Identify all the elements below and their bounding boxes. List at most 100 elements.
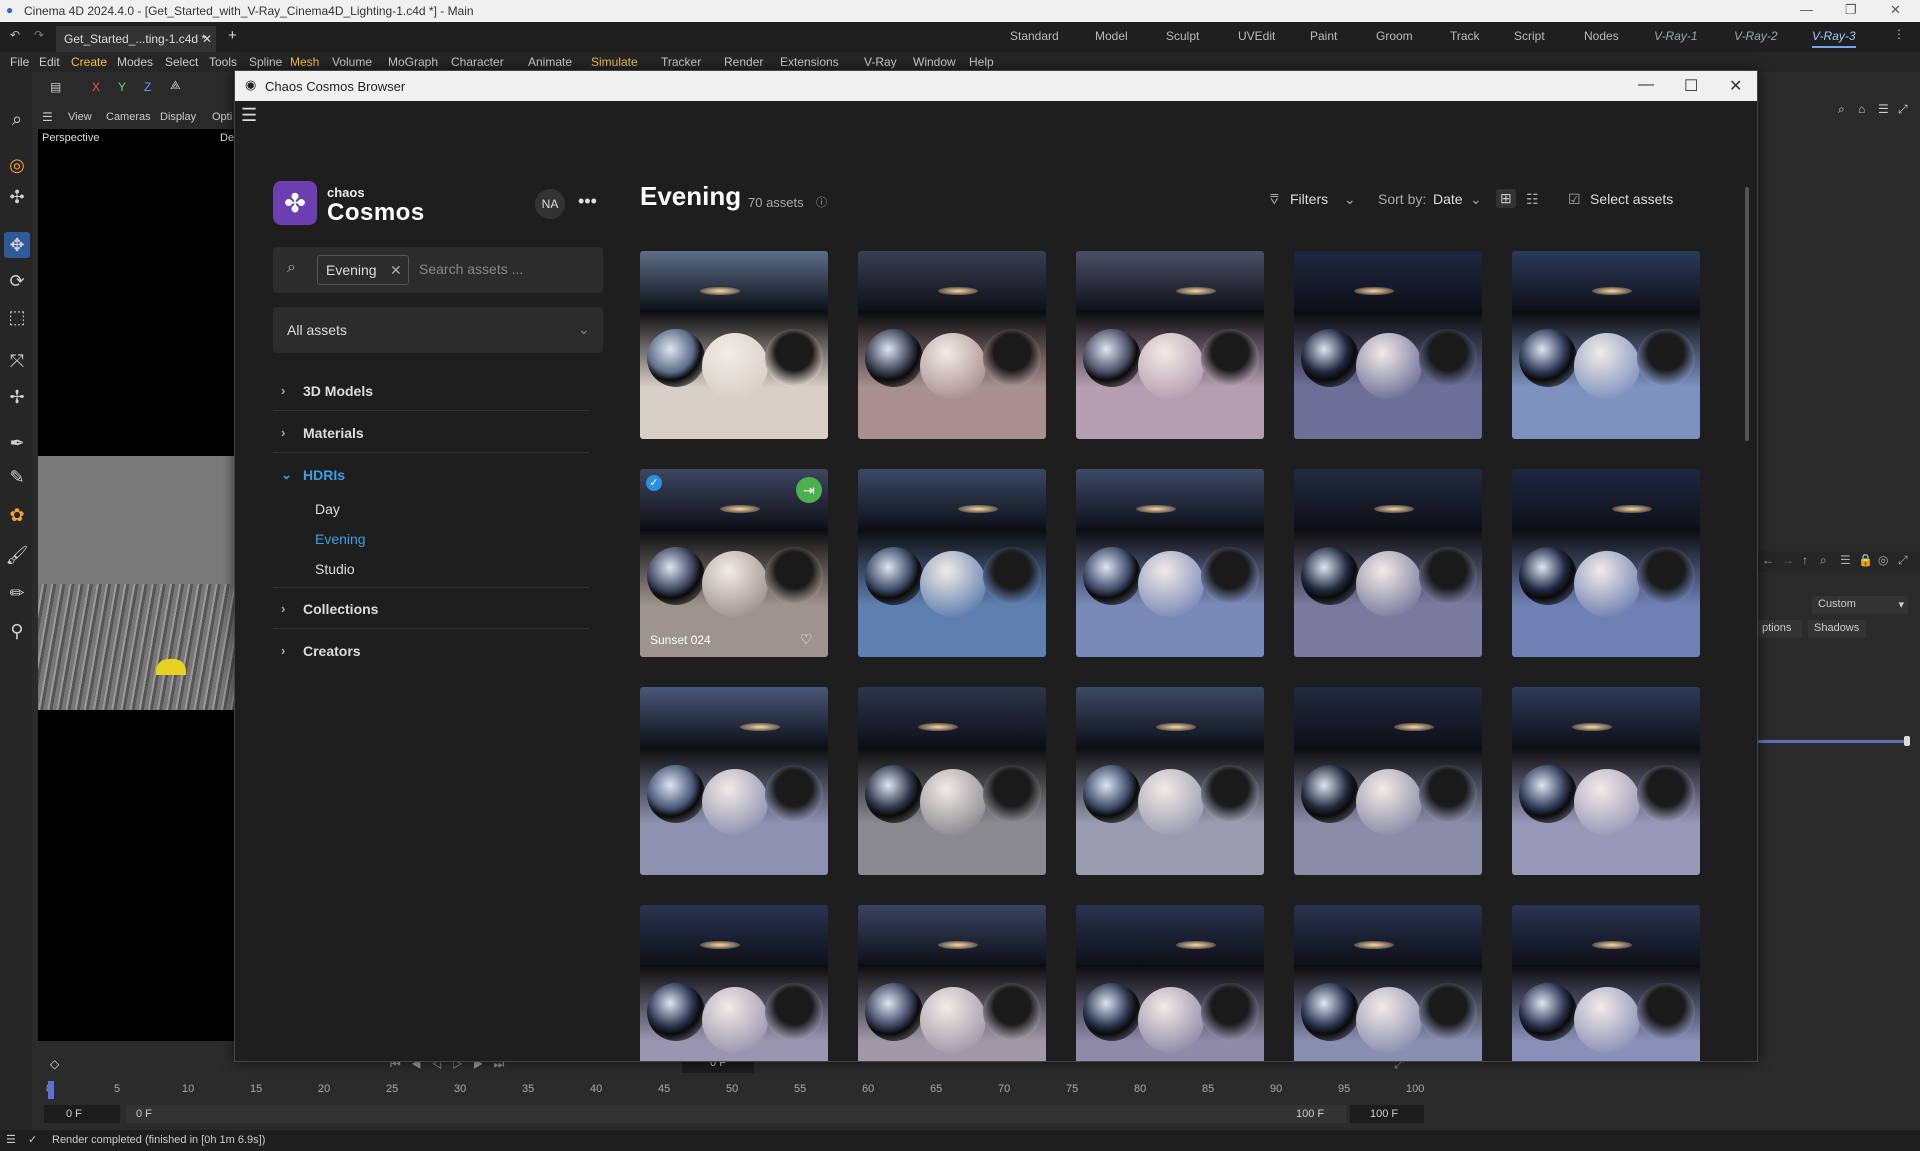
tweak-icon[interactable]: ✣ xyxy=(4,184,30,210)
hdri-tile[interactable] xyxy=(640,905,828,1061)
search-icon[interactable]: ⌕ xyxy=(4,106,30,132)
category-hdris[interactable]: ⌄ HDRIs xyxy=(273,455,589,495)
hdri-tile[interactable] xyxy=(1512,905,1700,1061)
light-gizmo[interactable] xyxy=(156,659,186,675)
subcategory-day[interactable]: Day xyxy=(315,501,340,517)
menu-volume[interactable]: Volume xyxy=(332,55,372,69)
menu-create[interactable]: Create xyxy=(71,55,107,69)
document-tab[interactable]: Get_Started_...ting-1.c4d * ✕ xyxy=(56,26,216,52)
close-icon[interactable]: ✕ xyxy=(1890,2,1901,18)
hdri-tile[interactable] xyxy=(1076,469,1264,657)
layout-paint[interactable]: Paint xyxy=(1310,29,1337,43)
hdri-tile[interactable] xyxy=(1076,905,1264,1061)
layout-standard[interactable]: Standard xyxy=(1010,29,1059,43)
import-icon[interactable]: ⇥ xyxy=(796,477,822,503)
slider-track[interactable] xyxy=(1758,740,1906,743)
list-view-icon[interactable]: ☷ xyxy=(1526,191,1539,208)
scrollbar[interactable] xyxy=(1745,187,1749,441)
frame-ruler[interactable]: 0510152025303540455055606570758085909510… xyxy=(42,1083,1424,1099)
menu-tools[interactable]: Tools xyxy=(209,55,237,69)
maximize-icon[interactable]: ☐ xyxy=(1684,76,1698,96)
layout-uvedit[interactable]: UVEdit xyxy=(1238,29,1275,43)
transform-icon[interactable]: ⤧ xyxy=(4,348,30,374)
layout-track[interactable]: Track xyxy=(1450,29,1480,43)
hdri-tile[interactable]: ✓ ⇥ Sunset 024 ♡ xyxy=(640,469,828,657)
layout-groom[interactable]: Groom xyxy=(1376,29,1413,43)
close-tab-icon[interactable]: ✕ xyxy=(202,32,212,46)
restore-icon[interactable]: ❐ xyxy=(1845,2,1857,18)
layout-model[interactable]: Model xyxy=(1095,29,1128,43)
hdri-tile[interactable] xyxy=(1076,687,1264,875)
redo-icon[interactable]: ↷ xyxy=(34,28,44,42)
viewport-menu-display[interactable]: Display xyxy=(160,111,196,123)
search-chip[interactable]: Evening ✕ xyxy=(317,255,409,285)
slider-handle[interactable] xyxy=(1904,736,1910,746)
z-axis-icon[interactable]: Z xyxy=(144,80,151,94)
viewport-menu-view[interactable]: View xyxy=(68,111,92,123)
coordinate-icon[interactable]: ✢ xyxy=(4,384,30,410)
menu-modes[interactable]: Modes xyxy=(117,55,153,69)
info-icon[interactable]: ⓘ xyxy=(816,194,827,210)
scale-icon[interactable]: ⬚ xyxy=(4,304,30,330)
brush-icon[interactable]: 🖌 xyxy=(4,542,30,568)
layout-vray-1[interactable]: V-Ray-1 xyxy=(1654,29,1698,43)
playhead[interactable] xyxy=(48,1081,54,1099)
search-box[interactable]: ⌕ Evening ✕ Search assets ... xyxy=(273,247,603,293)
lock-icon[interactable]: 🔒 xyxy=(1858,553,1873,567)
x-axis-icon[interactable]: X xyxy=(92,80,100,94)
select-assets-button[interactable]: Select assets xyxy=(1590,191,1673,207)
category-materials[interactable]: › Materials xyxy=(273,413,589,453)
menu-select[interactable]: Select xyxy=(165,55,198,69)
more-options-icon[interactable]: ••• xyxy=(578,191,597,212)
end-frame-field[interactable]: 100 F xyxy=(1350,1105,1424,1123)
range-bar[interactable]: 0 F 100 F xyxy=(126,1105,1346,1123)
sort-value[interactable]: Date xyxy=(1433,191,1463,207)
menu-character[interactable]: Character xyxy=(451,55,504,69)
viewport[interactable]: Perspective De xyxy=(38,129,234,1041)
viewport-menu-options[interactable]: Opti xyxy=(212,111,232,123)
spline-pen-icon[interactable]: ✒ xyxy=(4,430,30,456)
hdri-tile[interactable] xyxy=(1512,251,1700,439)
layout-script[interactable]: Script xyxy=(1514,29,1545,43)
hdri-tile[interactable] xyxy=(858,905,1046,1061)
hdri-tile[interactable] xyxy=(858,687,1046,875)
sketch-icon[interactable]: ✎ xyxy=(4,464,30,490)
search-icon[interactable]: ⌕ xyxy=(1838,102,1845,117)
filter-icon[interactable]: ☰ xyxy=(1878,102,1889,116)
y-axis-icon[interactable]: Y xyxy=(118,80,126,94)
keyframe-icon[interactable]: ◇ xyxy=(50,1057,59,1071)
hdri-tile[interactable] xyxy=(858,251,1046,439)
hamburger-menu-icon[interactable]: ☰ xyxy=(241,105,257,126)
live-selection-icon[interactable]: ◎ xyxy=(4,152,30,178)
layout-nodes[interactable]: Nodes xyxy=(1584,29,1619,43)
category-creators[interactable]: › Creators xyxy=(273,631,589,671)
sculpt-icon[interactable]: ✿ xyxy=(4,502,30,528)
move-icon[interactable]: ✥ xyxy=(4,232,30,258)
select-icon[interactable]: ☑ xyxy=(1568,191,1581,208)
menu-edit[interactable]: Edit xyxy=(39,55,60,69)
filter-icon[interactable]: ☰ xyxy=(1840,553,1851,567)
tab-shadows[interactable]: Shadows xyxy=(1808,620,1866,638)
subcategory-studio[interactable]: Studio xyxy=(315,561,355,577)
search-input[interactable]: Search assets ... xyxy=(419,261,523,277)
hdri-tile[interactable] xyxy=(1294,469,1482,657)
close-icon[interactable]: ✕ xyxy=(1729,76,1742,96)
menu-animate[interactable]: Animate xyxy=(528,55,572,69)
menu-mograph[interactable]: MoGraph xyxy=(388,55,438,69)
tab-options[interactable]: ptions xyxy=(1758,620,1802,638)
layout-sculpt[interactable]: Sculpt xyxy=(1166,29,1199,43)
back-icon[interactable]: ← xyxy=(1762,553,1774,567)
menu-v-ray[interactable]: V-Ray xyxy=(864,55,897,69)
up-icon[interactable]: ↑ xyxy=(1802,553,1808,567)
hdri-tile[interactable] xyxy=(640,251,828,439)
category-collections[interactable]: › Collections xyxy=(273,589,589,629)
all-assets-dropdown[interactable]: All assets ⌄ xyxy=(273,307,603,353)
search-icon[interactable]: ⌕ xyxy=(1820,553,1827,568)
menu-extensions[interactable]: Extensions xyxy=(780,55,839,69)
expand-icon[interactable]: ⤢ xyxy=(1898,102,1908,117)
subcategory-evening[interactable]: Evening xyxy=(315,531,366,547)
hdri-tile[interactable] xyxy=(1512,469,1700,657)
hdri-tile[interactable] xyxy=(1294,905,1482,1061)
menu-file[interactable]: File xyxy=(10,55,29,69)
new-tab-icon[interactable]: + xyxy=(228,27,237,44)
